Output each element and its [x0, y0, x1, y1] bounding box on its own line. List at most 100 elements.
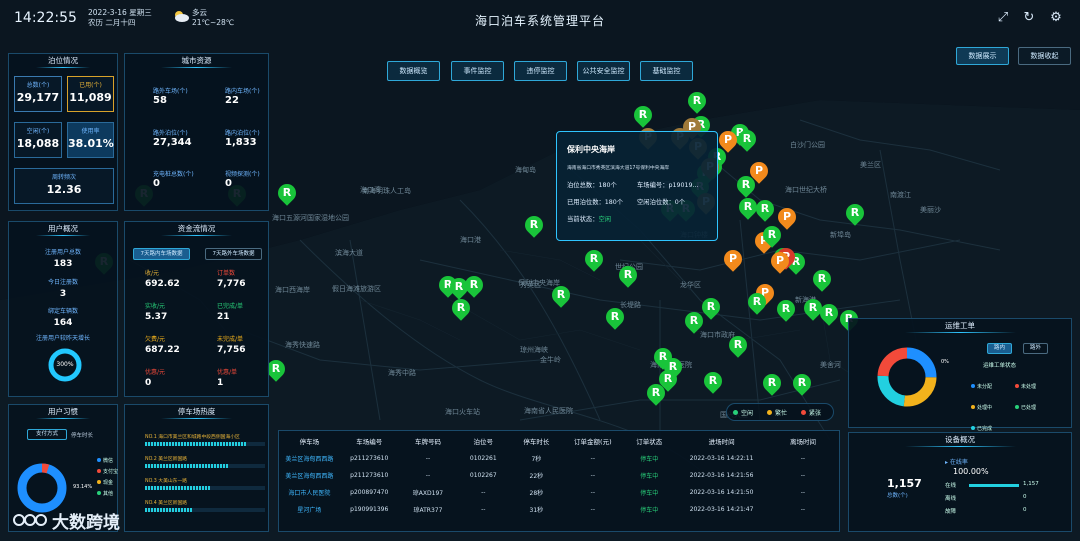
stat-label: 路内泊位(个)	[225, 130, 260, 137]
panel-title: 用户概况	[9, 222, 117, 236]
heat-bar	[145, 442, 247, 446]
fullscreen-icon[interactable]: ⤢	[996, 11, 1010, 25]
parking-pin[interactable]: R	[630, 102, 656, 128]
parking-pin[interactable]: R	[759, 222, 785, 248]
parking-pin[interactable]: R	[759, 370, 785, 396]
parking-pin[interactable]: R	[602, 304, 628, 330]
table-cell: --	[425, 472, 431, 479]
map-label: 南海明珠人工岛	[362, 187, 411, 195]
legend-item: 繁忙	[767, 408, 787, 417]
fund-stat-refund2: 优惠/单 1	[217, 367, 237, 388]
stat-label: 路外泊位(个)	[153, 130, 188, 137]
parking-pin[interactable]: R	[744, 289, 770, 315]
stat-value: 183	[53, 259, 73, 269]
popup-status-value: 空闲	[598, 216, 612, 223]
map-label: 海南省人民医院	[524, 407, 573, 415]
table-row[interactable]: 海口市人民医院 p200897470 琼AXD197 -- 28秒 -- 停车中 2022-0…	[280, 484, 838, 501]
table-cell: 停车中	[640, 456, 659, 463]
stat-label: 路内车场(个)	[225, 88, 260, 95]
parking-pin[interactable]: R	[615, 262, 641, 288]
stat-turnover: 周转频次 12.36	[14, 168, 114, 204]
stat-value: 7,776	[217, 279, 246, 289]
tab-street-7day[interactable]: 7天路内车场数据	[133, 248, 190, 260]
heat-label: NO.2 美兰区新国路	[145, 457, 188, 462]
map-label: 金牛岭	[540, 356, 561, 364]
stat-today: 今日注册数 3	[9, 277, 117, 299]
table-row[interactable]: 星河广场 p190991396 琼ATR377 -- 31秒 -- 停车中 2022-03-1…	[280, 501, 838, 518]
device-row-value: 0	[1023, 494, 1027, 500]
parking-pin[interactable]: R	[263, 356, 289, 382]
tab-ops-street[interactable]: 路内	[987, 343, 1012, 354]
parking-pin[interactable]: P	[746, 158, 772, 184]
heat-bar-track	[145, 464, 265, 468]
heat-bar	[145, 508, 193, 512]
parking-pin[interactable]: R	[643, 380, 669, 406]
table-header-cell: 车牌号码	[414, 438, 441, 446]
table-cell: 星河广场	[297, 507, 322, 514]
parking-pin[interactable]: P	[720, 246, 746, 272]
stat-cameras: 视频探测(个) 0	[225, 169, 260, 189]
top-header: 14:22:55 2022-3-16 星期三 农历 二月十四 多云 21℃~28…	[0, 0, 1080, 38]
map-label: 美丽沙	[920, 206, 941, 214]
parking-pin[interactable]: R	[752, 196, 778, 222]
map-label: 南渡江	[890, 191, 911, 199]
parking-pin[interactable]: R	[735, 194, 761, 220]
payment-donut	[17, 463, 67, 513]
fund-stat-big: 欠费/元 687.22	[145, 334, 180, 355]
heat-label: NO.3 大美山东一路	[145, 479, 188, 484]
tab-overview[interactable]: 数据概览	[387, 61, 440, 81]
map-label: 海口西海岸	[275, 286, 310, 294]
stat-free: 空闲(个) 18,088	[14, 122, 62, 158]
map-label: 海口五源河国家湿地公园	[272, 214, 349, 222]
parking-pin[interactable]: R	[789, 370, 815, 396]
parking-pin[interactable]: R	[684, 88, 710, 114]
parking-pin[interactable]: R	[548, 282, 574, 308]
parking-pin[interactable]: R	[698, 294, 724, 320]
legend-label: 处理中	[977, 405, 993, 411]
parking-pin[interactable]: R	[734, 126, 760, 152]
parking-pin[interactable]: R	[448, 295, 474, 321]
parking-pin[interactable]: P	[767, 248, 793, 274]
tab-public-safety[interactable]: 公共安全监控	[577, 61, 630, 81]
parking-pin[interactable]: R	[700, 368, 726, 394]
table-row[interactable]: 美兰区海甸西西路 p211273610 -- 0102261 7秒 -- 停车中 2022-0…	[280, 450, 838, 467]
collapse-data-button[interactable]: 数据收起	[1018, 47, 1071, 65]
table-cell: --	[800, 472, 806, 479]
parking-pin[interactable]: R	[773, 296, 799, 322]
parking-pin[interactable]: R	[842, 200, 868, 226]
map-legend: 空闲 繁忙 紧张	[726, 403, 834, 421]
parking-pin[interactable]: R	[461, 272, 487, 298]
device-bar	[969, 484, 1019, 487]
device-row-value: 1,157	[1023, 481, 1039, 487]
tab-road-7day[interactable]: 7天路外车场数据	[205, 248, 262, 260]
tab-illegal-parking[interactable]: 违停监控	[514, 61, 567, 81]
popup-value: 180个	[598, 182, 617, 189]
stat-street-spaces: 路内泊位(个) 1,833	[225, 128, 260, 148]
parking-pin[interactable]: R	[581, 246, 607, 272]
tab-duration[interactable]: 停车时长	[71, 431, 93, 439]
stat-value: 12.36	[46, 183, 82, 196]
parking-pin[interactable]: R	[816, 300, 842, 326]
table-row[interactable]: 美兰区海甸西西路 p211273610 -- 0102267 22秒 -- 停车中 2022-…	[280, 467, 838, 484]
stat-value: 687.22	[145, 345, 180, 355]
legend-item: 已完成	[971, 425, 1015, 432]
gear-icon[interactable]: ⚙	[1049, 11, 1063, 25]
tab-payment[interactable]: 支付方式	[27, 429, 67, 440]
parking-pin[interactable]: R	[809, 266, 835, 292]
tab-events[interactable]: 事件监控	[451, 61, 504, 81]
show-data-button[interactable]: 数据展示	[956, 47, 1009, 65]
table-cell: 31秒	[529, 507, 544, 514]
tab-ops-road[interactable]: 路外	[1023, 343, 1048, 354]
parking-pin[interactable]: R	[725, 332, 751, 358]
stat-value: 38.01%	[68, 137, 114, 150]
device-row-label: 离线	[945, 496, 957, 502]
table-cell: 0102267	[469, 472, 497, 479]
refresh-icon[interactable]: ↻	[1022, 11, 1036, 25]
stat-value: 3	[59, 289, 67, 299]
parking-pin[interactable]: R	[274, 180, 300, 206]
parking-pin[interactable]: R	[521, 212, 547, 238]
stat-label: 路外车场(个)	[153, 88, 188, 95]
map-label: 海口港	[460, 236, 481, 244]
parking-pin[interactable]: R	[681, 308, 707, 334]
tab-infrastructure[interactable]: 基础监控	[640, 61, 693, 81]
